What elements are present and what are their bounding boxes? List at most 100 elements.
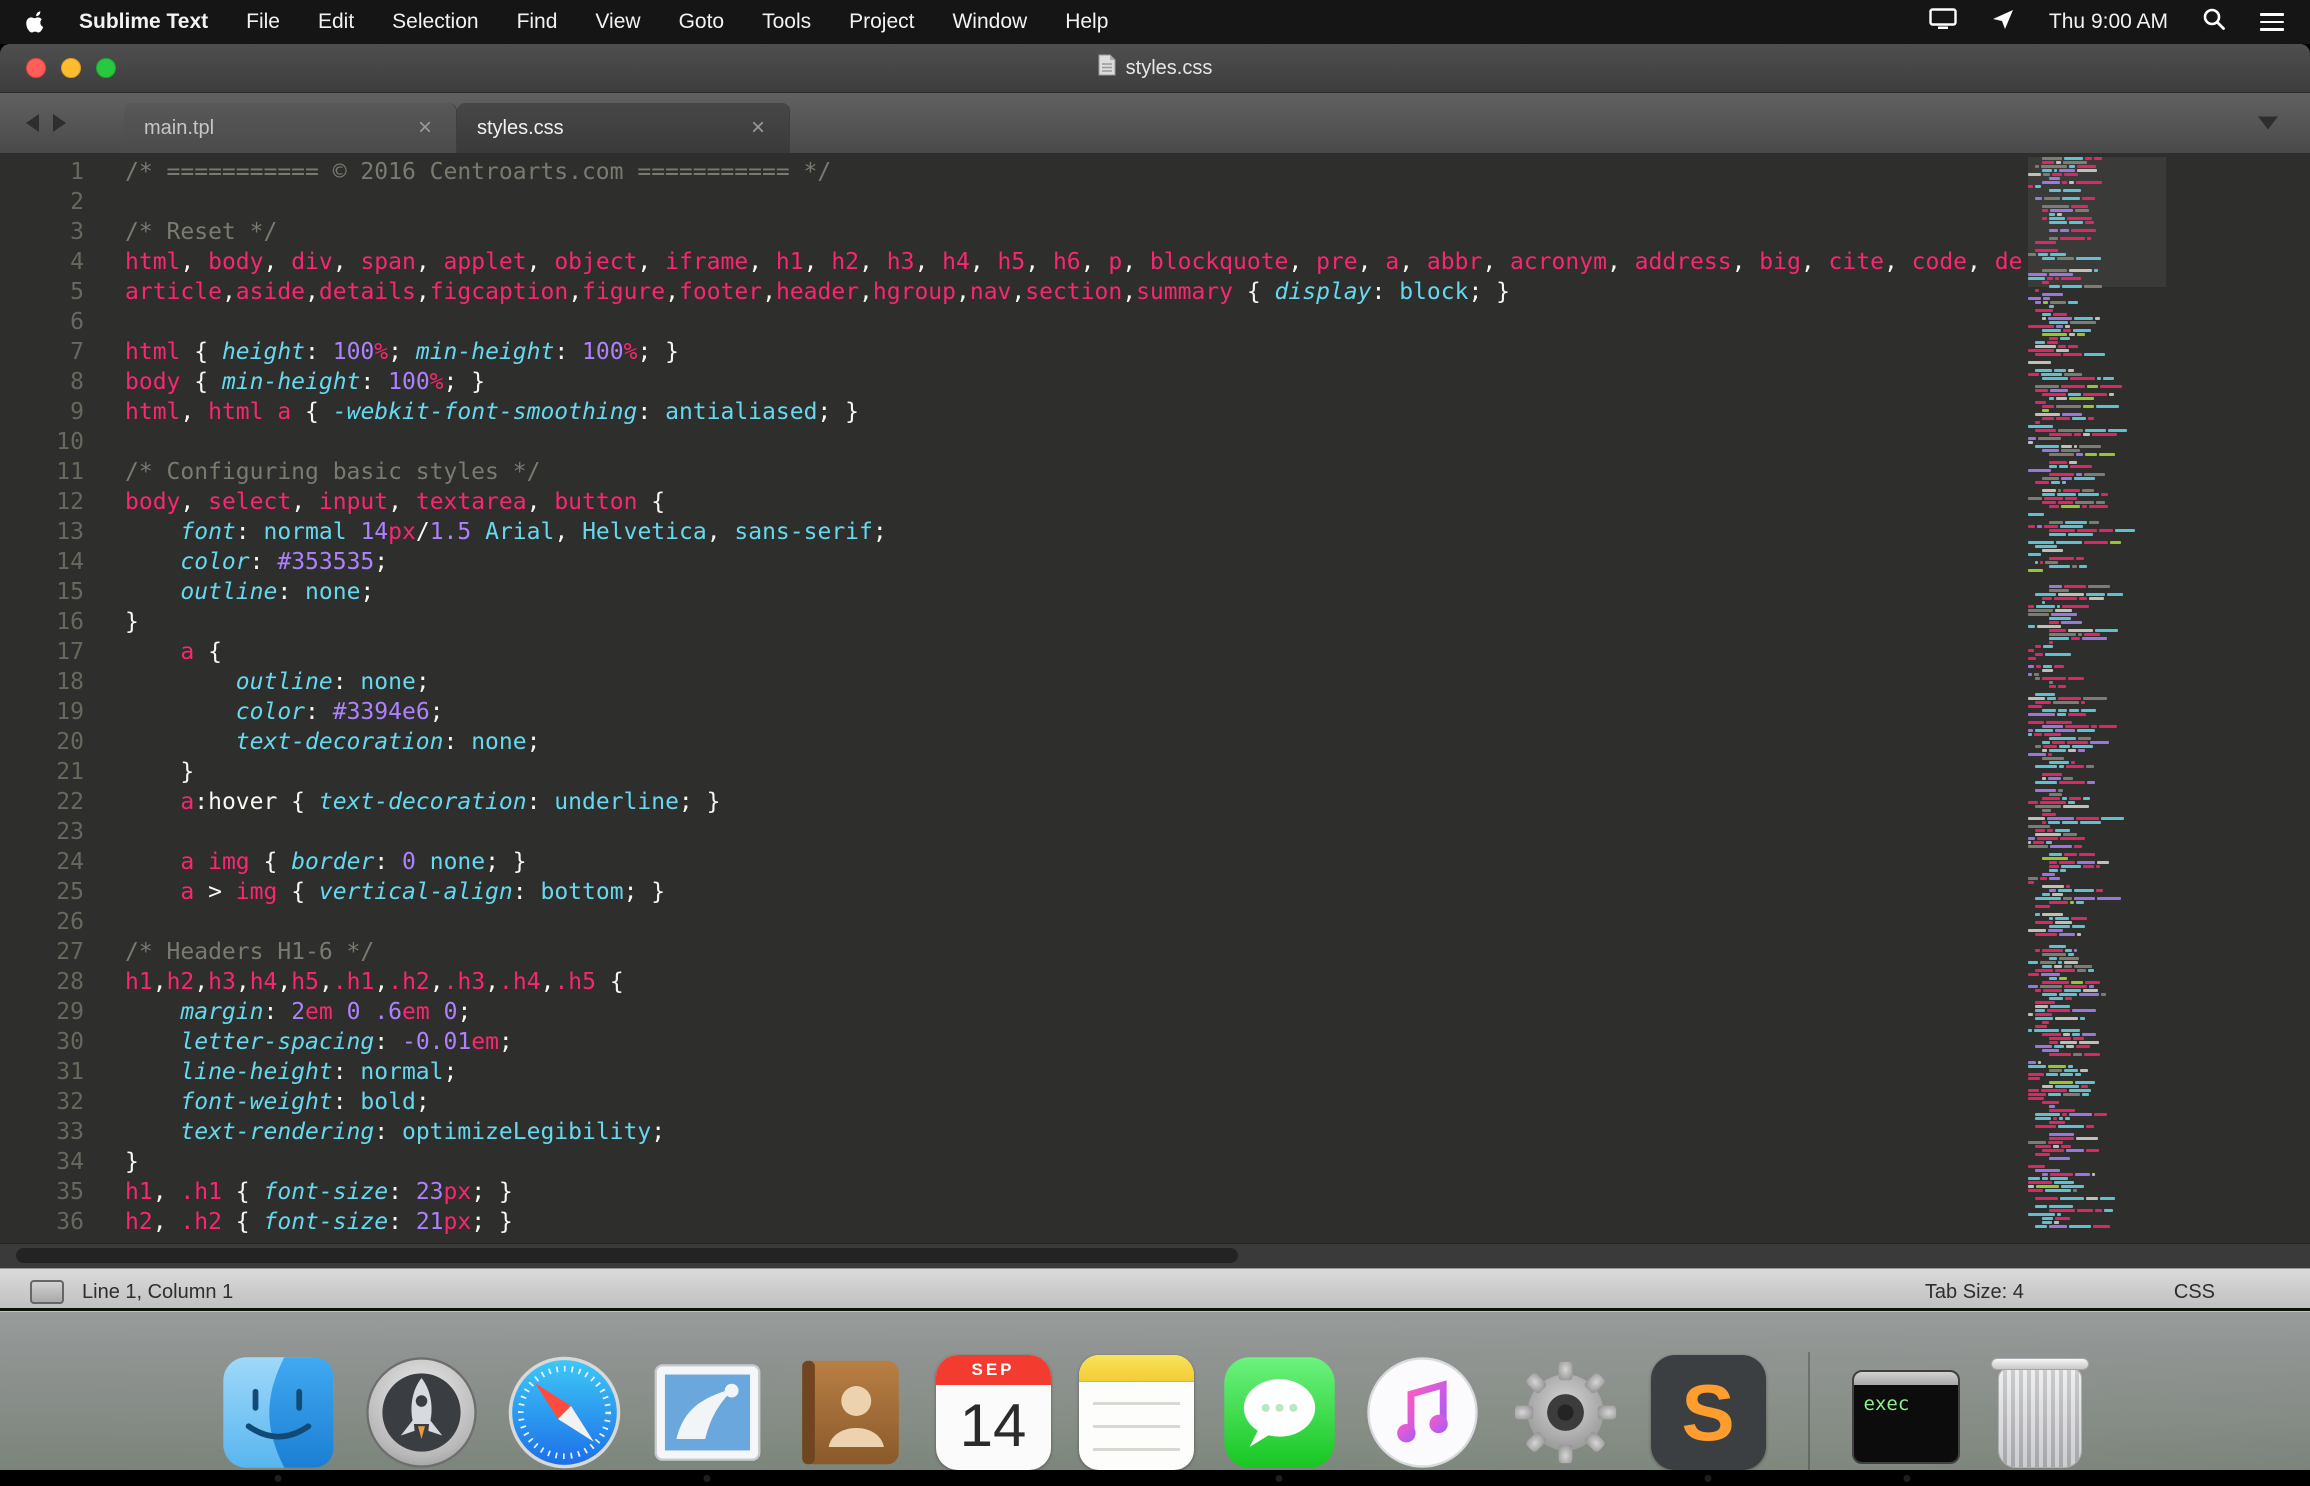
code-line-12[interactable]: 12 body, select, input, textarea, button … xyxy=(0,487,2310,517)
code-line-13[interactable]: 13 font: normal 14px/1.5 Arial, Helvetic… xyxy=(0,517,2310,547)
menu-item-find[interactable]: Find xyxy=(517,10,558,34)
code-text: html, body, div, span, applet, object, i… xyxy=(125,249,2161,275)
dock-item-notes[interactable] xyxy=(1078,1355,1194,1470)
code-line-20[interactable]: 20 text-decoration: none; xyxy=(0,727,2310,757)
editor[interactable]: 1 /* =========== © 2016 Centroarts.com ==… xyxy=(0,153,2310,1243)
dock-item-itunes[interactable] xyxy=(1365,1355,1480,1470)
menu-clock[interactable]: Thu 9:00 AM xyxy=(2049,10,2168,34)
tab-label: main.tpl xyxy=(144,116,215,139)
minimap[interactable] xyxy=(2028,157,2166,1243)
code-line-19[interactable]: 19 color: #3394e6; xyxy=(0,697,2310,727)
code-line-30[interactable]: 30 letter-spacing: -0.01em; xyxy=(0,1027,2310,1057)
dock-item-sublime-text[interactable]: S xyxy=(1650,1355,1766,1482)
tab-close-icon[interactable]: × xyxy=(414,116,436,140)
menu-item-view[interactable]: View xyxy=(595,10,640,34)
tabs: main.tpl × styles.css × xyxy=(124,103,790,153)
menu-item-sublime-text[interactable]: Sublime Text xyxy=(79,10,208,34)
code-line-10[interactable]: 10 xyxy=(0,427,2310,457)
code-line-36[interactable]: 36 h2, .h2 { font-size: 21px; } xyxy=(0,1207,2310,1237)
code-line-21[interactable]: 21 } xyxy=(0,757,2310,787)
cursor-position[interactable]: Line 1, Column 1 xyxy=(82,1281,233,1304)
code-area[interactable]: 1 /* =========== © 2016 Centroarts.com ==… xyxy=(0,157,2310,1237)
dock-item-calendar[interactable]: SEP 14 xyxy=(935,1355,1051,1470)
tab-overflow-icon[interactable] xyxy=(2258,116,2278,130)
horizontal-scrollbar-thumb[interactable] xyxy=(16,1248,1238,1263)
menu-item-goto[interactable]: Goto xyxy=(679,10,725,34)
display-icon[interactable] xyxy=(1929,8,1957,36)
code-line-3[interactable]: 3 /* Reset */ xyxy=(0,217,2310,247)
menu-item-project[interactable]: Project xyxy=(849,10,914,34)
menu-item-selection[interactable]: Selection xyxy=(392,10,478,34)
dock-item-launchpad[interactable] xyxy=(364,1355,479,1470)
panel-toggle-icon[interactable] xyxy=(30,1280,64,1304)
code-line-1[interactable]: 1 /* =========== © 2016 Centroarts.com ==… xyxy=(0,157,2310,187)
dock-item-system-preferences[interactable] xyxy=(1508,1355,1623,1470)
notification-center-icon[interactable] xyxy=(2260,13,2284,31)
code-line-23[interactable]: 23 xyxy=(0,817,2310,847)
running-indicator xyxy=(274,1475,282,1482)
code-line-11[interactable]: 11 /* Configuring basic styles */ xyxy=(0,457,2310,487)
code-line-16[interactable]: 16} xyxy=(0,607,2310,637)
menu-item-tools[interactable]: Tools xyxy=(762,10,811,34)
forward-arrow-icon[interactable] xyxy=(53,114,66,132)
menu-item-window[interactable]: Window xyxy=(952,10,1027,34)
code-line-4[interactable]: 4 html, body, div, span, applet, object, … xyxy=(0,247,2310,277)
code-line-15[interactable]: 15 outline: none; xyxy=(0,577,2310,607)
dock-item-trash[interactable] xyxy=(1990,1358,2090,1470)
dock-item-finder[interactable] xyxy=(221,1355,336,1482)
code-line-22[interactable]: 22 a:hover { text-decoration: underline;… xyxy=(0,787,2310,817)
tab-styles.css[interactable]: styles.css × xyxy=(457,103,790,153)
code-line-26[interactable]: 26 xyxy=(0,907,2310,937)
horizontal-scrollbar[interactable] xyxy=(0,1243,2310,1268)
code-line-5[interactable]: 5 article,aside,details,figcaption,figure… xyxy=(0,277,2310,307)
code-line-14[interactable]: 14 color: #353535; xyxy=(0,547,2310,577)
code-line-8[interactable]: 8 body { min-height: 100%; } xyxy=(0,367,2310,397)
document-proxy-icon[interactable] xyxy=(1098,54,1116,82)
dock-item-messages[interactable] xyxy=(1222,1355,1337,1482)
menu-item-edit[interactable]: Edit xyxy=(318,10,354,34)
code-text: text-decoration: none; xyxy=(235,729,541,755)
code-line-24[interactable]: 24 a img { border: 0 none; } xyxy=(0,847,2310,877)
close-window-button[interactable] xyxy=(26,58,46,78)
code-line-6[interactable]: 6 xyxy=(0,307,2310,337)
code-line-9[interactable]: 9 html, html a { -webkit-font-smoothing: … xyxy=(0,397,2310,427)
tab-main.tpl[interactable]: main.tpl × xyxy=(124,103,457,153)
syntax-indicator[interactable]: CSS xyxy=(2174,1281,2215,1304)
code-line-7[interactable]: 7 html { height: 100%; min-height: 100%; … xyxy=(0,337,2310,367)
code-text: a img { border: 0 none; } xyxy=(180,849,527,875)
line-number: 4 xyxy=(70,249,84,275)
code-line-34[interactable]: 34} xyxy=(0,1147,2310,1177)
dock-item-safari[interactable] xyxy=(507,1355,622,1470)
menu-item-file[interactable]: File xyxy=(246,10,280,34)
editor-right-gutter xyxy=(2022,153,2310,1243)
line-number: 29 xyxy=(56,999,84,1025)
title-bar[interactable]: styles.css xyxy=(0,44,2310,93)
code-line-27[interactable]: 27 /* Headers H1-6 */ xyxy=(0,937,2310,967)
spotlight-search-icon[interactable] xyxy=(2202,7,2226,37)
code-line-31[interactable]: 31 line-height: normal; xyxy=(0,1057,2310,1087)
line-number: 1 xyxy=(70,159,84,185)
tab-size-indicator[interactable]: Tab Size: 4 xyxy=(1925,1281,2024,1304)
code-line-28[interactable]: 28 h1,h2,h3,h4,h5,.h1,.h2,.h3,.h4,.h5 { xyxy=(0,967,2310,997)
apple-menu-icon[interactable] xyxy=(26,11,45,33)
code-line-18[interactable]: 18 outline: none; xyxy=(0,667,2310,697)
dock-item-mail[interactable] xyxy=(650,1355,765,1482)
dock-item-contacts[interactable] xyxy=(793,1355,908,1470)
dock-item-terminal[interactable]: exec xyxy=(1851,1370,1962,1482)
code-line-29[interactable]: 29 margin: 2em 0 .6em 0; xyxy=(0,997,2310,1027)
traffic-lights xyxy=(26,44,116,92)
code-line-25[interactable]: 25 a > img { vertical-align: bottom; } xyxy=(0,877,2310,907)
code-line-35[interactable]: 35 h1, .h1 { font-size: 23px; } xyxy=(0,1177,2310,1207)
menu-item-help[interactable]: Help xyxy=(1065,10,1108,34)
code-line-33[interactable]: 33 text-rendering: optimizeLegibility; xyxy=(0,1117,2310,1147)
code-text: color: #3394e6; xyxy=(235,699,444,725)
cursor-arrow-icon[interactable] xyxy=(1991,7,2015,37)
code-line-17[interactable]: 17 a { xyxy=(0,637,2310,667)
code-line-2[interactable]: 2 xyxy=(0,187,2310,217)
tab-close-icon[interactable]: × xyxy=(747,116,769,140)
code-line-32[interactable]: 32 font-weight: bold; xyxy=(0,1087,2310,1117)
back-arrow-icon[interactable] xyxy=(26,114,39,132)
zoom-window-button[interactable] xyxy=(96,58,116,78)
minimize-window-button[interactable] xyxy=(61,58,81,78)
